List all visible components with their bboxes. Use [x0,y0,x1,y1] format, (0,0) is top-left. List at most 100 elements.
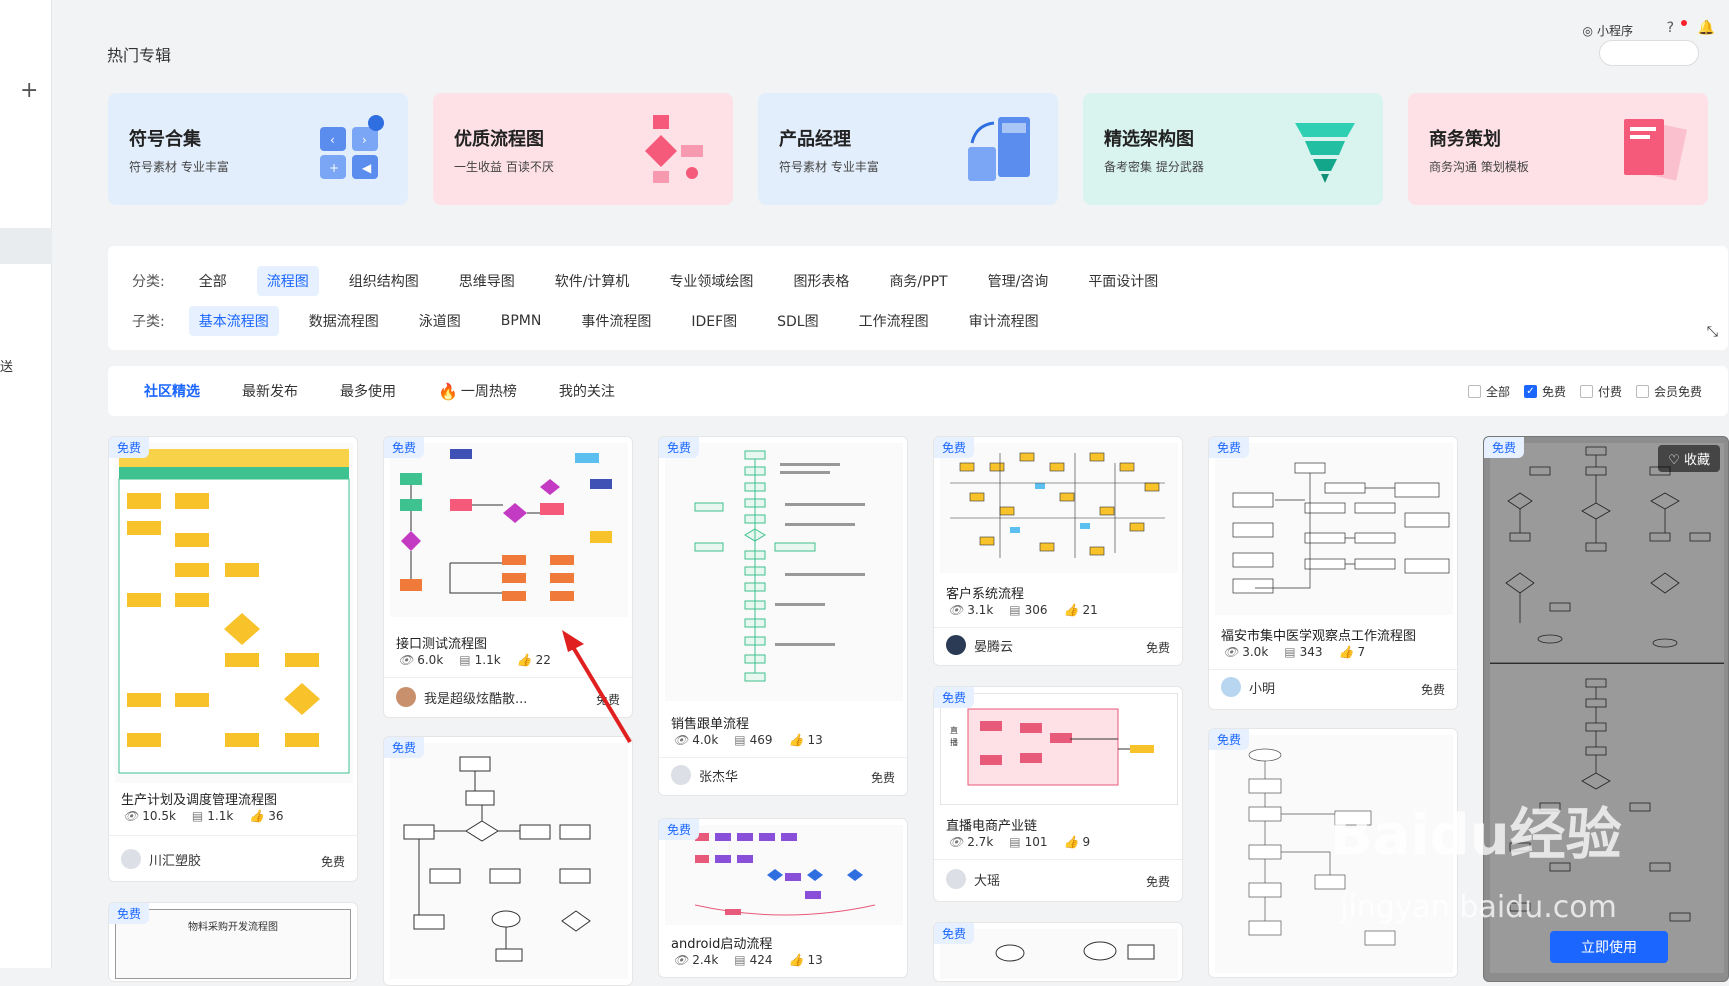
divider [934,627,1182,628]
template-thumbnail [115,443,353,783]
copies-stat: ▤ 424 [734,953,773,967]
tab-most-used[interactable]: 最多使用 [340,381,396,401]
category-software[interactable]: 软件/计算机 [545,266,640,296]
template-card[interactable]: 免费 android启动流程 👁 2.4k ▤ 424 👍 13 [658,818,908,978]
category-management[interactable]: 管理/咨询 [978,266,1059,296]
author[interactable]: 川汇塑胶 [121,849,201,869]
free-badge: 免费 [109,437,150,458]
copy-icon: ▤ [734,733,746,747]
thumbs-up-icon: 👍 [1063,603,1079,617]
document-illustration-icon [1624,119,1687,181]
author-name: 大瑶 [974,873,1001,889]
thumbs-up-icon: 👍 [788,953,804,967]
sub-workflow[interactable]: 工作流程图 [849,306,939,336]
use-now-button[interactable]: 立即使用 [1550,931,1668,963]
sub-data-flow[interactable]: 数据流程图 [299,306,389,336]
album-card-flowcharts[interactable]: 优质流程图 一生收益 百读不厌 [433,93,733,205]
template-name: android启动流程 [671,937,773,952]
template-card[interactable]: 免费 物料采购开发流程图 [108,902,358,982]
tab-community-picks[interactable]: 社区精选 [144,381,200,401]
template-card[interactable]: 免费 接口测试流程图 👁 6.0k ▤ 1.1k 👍 22 我是超级炫酷散... 免费 [383,436,633,718]
author[interactable]: 大瑶 [946,869,1000,889]
category-graphic-design[interactable]: 平面设计图 [1078,266,1168,296]
thumb-title: 物料采购开发流程图 [188,922,278,933]
svg-text:播: 播 [950,737,958,747]
top-action-pill[interactable] [1599,40,1699,66]
price-label: 免费 [320,855,345,869]
option-paid[interactable]: 付费 [1579,383,1622,400]
tab-weekly-hot[interactable]: 🔥 一周热榜 [438,381,517,401]
avatar [1221,677,1241,697]
free-badge: 免费 [109,903,150,924]
category-all[interactable]: 全部 [189,266,237,296]
album-card-symbols[interactable]: 符号合集 符号素材 专业丰富 ‹ › + ◀ [108,93,408,205]
tab-latest[interactable]: 最新发布 [242,381,298,401]
copy-icon: ▤ [191,809,204,823]
author[interactable]: 晏腾云 [946,635,1013,655]
template-card[interactable]: 免费 生产计划及调度管理流程图 👁 10.5k ▤ 1.1k 👍 36 川汇塑胶 免费 [108,436,358,882]
sub-bpmn[interactable]: BPMN [491,308,552,334]
album-card-title: 精选架构图 [1104,129,1194,150]
views-stat: 👁 6.0k [398,653,444,667]
mini-program-link[interactable]: ◎ 小程序 [1583,22,1634,39]
sub-sdl[interactable]: SDL图 [767,306,828,336]
template-card[interactable]: 免费 [383,736,633,986]
option-free[interactable]: ✓ 免费 [1523,383,1566,400]
category-business-ppt[interactable]: 商务/PPT [879,266,957,296]
category-table[interactable]: 图形表格 [783,266,859,296]
album-card-subtitle: 符号素材 专业丰富 [129,160,229,174]
free-badge: 免费 [934,923,975,944]
likes-stat: 👍 13 [788,953,823,967]
favorite-label: 收藏 [1683,453,1710,468]
top-bar: 热门专辑 ◎ 小程序 ? 🔔 [52,0,1729,66]
avatar [946,869,966,889]
template-thumbnail [940,443,1178,573]
tab-following[interactable]: 我的关注 [559,381,615,401]
checkbox [1635,384,1649,398]
divider [109,835,357,836]
author[interactable]: 张杰华 [671,765,738,785]
template-card[interactable]: 免费 销售跟单流程 👁 4.0k ▤ 469 👍 13 张杰华 免费 [658,436,908,796]
template-card[interactable]: 免费 直播 直播电商产业链 👁 2.7k ▤ 101 👍 9 大瑶 免费 [933,686,1183,902]
bell-icon[interactable]: 🔔 [1698,20,1715,36]
page-title: 热门专辑 [107,46,172,65]
template-card[interactable]: 免费 [933,922,1183,982]
template-stats: 👁 3.0k ▤ 343 👍 7 [1223,645,1365,659]
sub-event-flow[interactable]: 事件流程图 [571,306,661,336]
copy-icon: ▤ [1009,603,1021,617]
help-icon[interactable]: ? [1667,20,1674,36]
album-card-architecture[interactable]: 精选架构图 备考密集 提分武器 [1083,93,1383,205]
favorite-button[interactable]: ♡ 收藏 [1658,445,1720,472]
sub-basic-flowchart[interactable]: 基本流程图 [188,306,279,336]
avatar [396,687,416,707]
album-card-subtitle: 一生收益 百读不厌 [454,160,554,174]
sub-swimlane[interactable]: 泳道图 [409,306,471,336]
category-professional[interactable]: 专业领域绘图 [659,266,763,296]
product-illustration-icon [968,117,1030,181]
option-member-free[interactable]: 会员免费 [1635,383,1702,400]
album-card-subtitle: 符号素材 专业丰富 [779,160,879,174]
category-row: 分类: 全部 流程图 组织结构图 思维导图 软件/计算机 专业领域绘图 图形表格… [132,266,1188,296]
free-badge: 免费 [659,437,700,458]
author[interactable]: 小明 [1221,677,1275,697]
checkbox [1467,384,1481,398]
flowchart-illustration-icon [645,115,703,183]
category-org-chart[interactable]: 组织结构图 [339,266,429,296]
mini-program-icon: ◎ [1582,23,1593,38]
album-card-subtitle: 商务沟通 策划模板 [1429,160,1529,174]
category-mind-map[interactable]: 思维导图 [449,266,525,296]
copy-icon: ▤ [1009,835,1021,849]
category-flowchart[interactable]: 流程图 [256,266,319,296]
template-stats: 👁 2.4k ▤ 424 👍 13 [673,953,823,967]
option-all[interactable]: 全部 [1467,383,1510,400]
album-card-business[interactable]: 商务策划 商务沟通 策划模板 [1408,93,1708,205]
expand-icon[interactable]: ⤡ [1707,324,1718,340]
album-card-product-manager[interactable]: 产品经理 符号素材 专业丰富 [758,93,1058,205]
template-thumbnail [1215,443,1453,615]
sub-idef[interactable]: IDEF图 [681,306,747,336]
template-card[interactable]: 免费 福安市集中医学观察点工作流程图 👁 3.0k ▤ 343 👍 7 小明 免费 [1208,436,1458,710]
author[interactable]: 我是超级炫酷散... [396,687,527,707]
template-card[interactable]: 免费 客户系统流程 👁 3.1k ▤ 306 👍 21 晏腾云 免费 [933,436,1183,666]
add-icon[interactable]: + [20,78,38,103]
sub-audit-flow[interactable]: 审计流程图 [959,306,1049,336]
